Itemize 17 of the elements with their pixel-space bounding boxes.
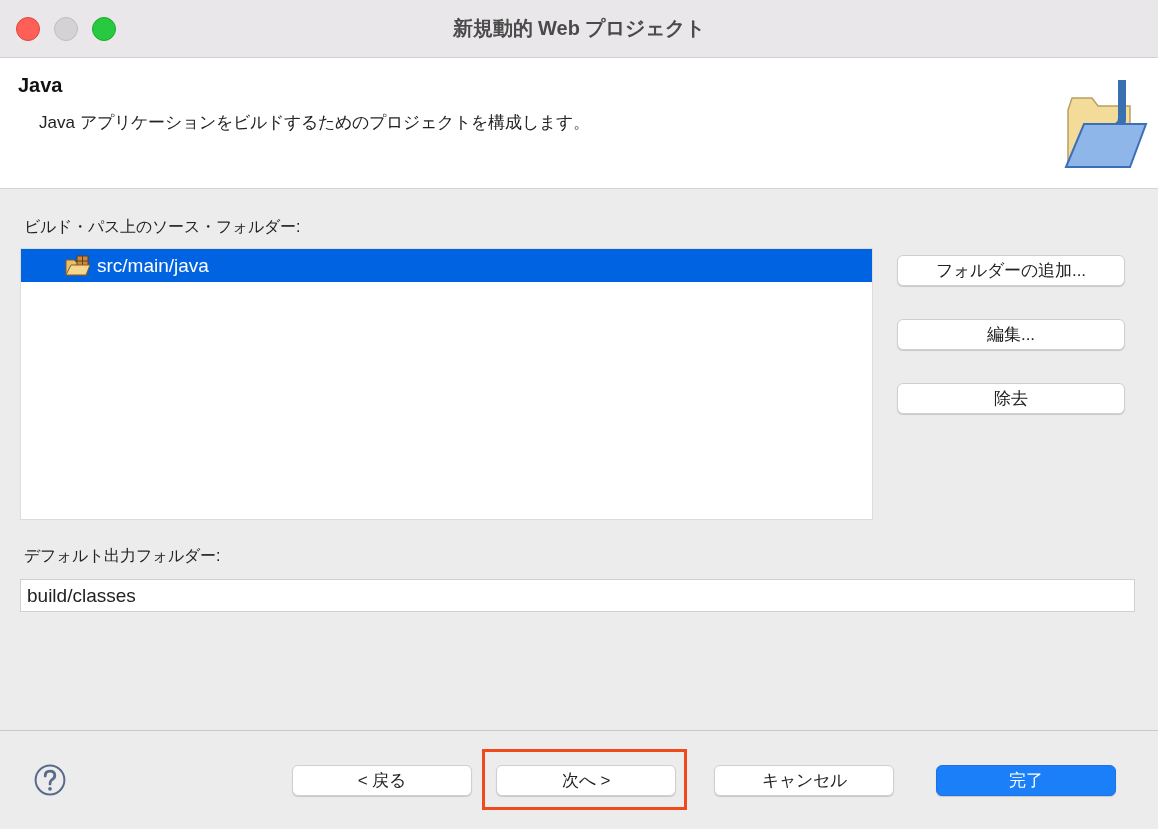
- package-folder-icon: [65, 254, 91, 277]
- window-title: 新規動的 Web プロジェクト: [452, 17, 706, 39]
- side-button[interactable]: フォルダーの追加...: [897, 255, 1125, 286]
- source-folder-item[interactable]: src/main/java: [21, 249, 872, 282]
- side-button[interactable]: 除去: [897, 383, 1125, 414]
- footer-button[interactable]: 完了: [936, 764, 1116, 796]
- footer-button[interactable]: キャンセル: [714, 764, 894, 796]
- page-description: Java アプリケーションをビルドするためのプロジェクトを構成します。: [39, 112, 590, 134]
- output-folder-label: デフォルト出力フォルダー:: [24, 546, 222, 566]
- footer-button[interactable]: 次へ >: [496, 764, 676, 796]
- side-button[interactable]: 編集...: [897, 319, 1125, 350]
- output-folder-field[interactable]: build/classes: [20, 579, 1135, 612]
- footer-button[interactable]: < 戻る: [292, 764, 472, 796]
- close-window-button[interactable]: [16, 16, 40, 41]
- page-title: Java: [18, 74, 64, 97]
- source-folders-label: ビルド・パス上のソース・フォルダー:: [24, 217, 302, 237]
- zoom-window-button[interactable]: [92, 16, 116, 41]
